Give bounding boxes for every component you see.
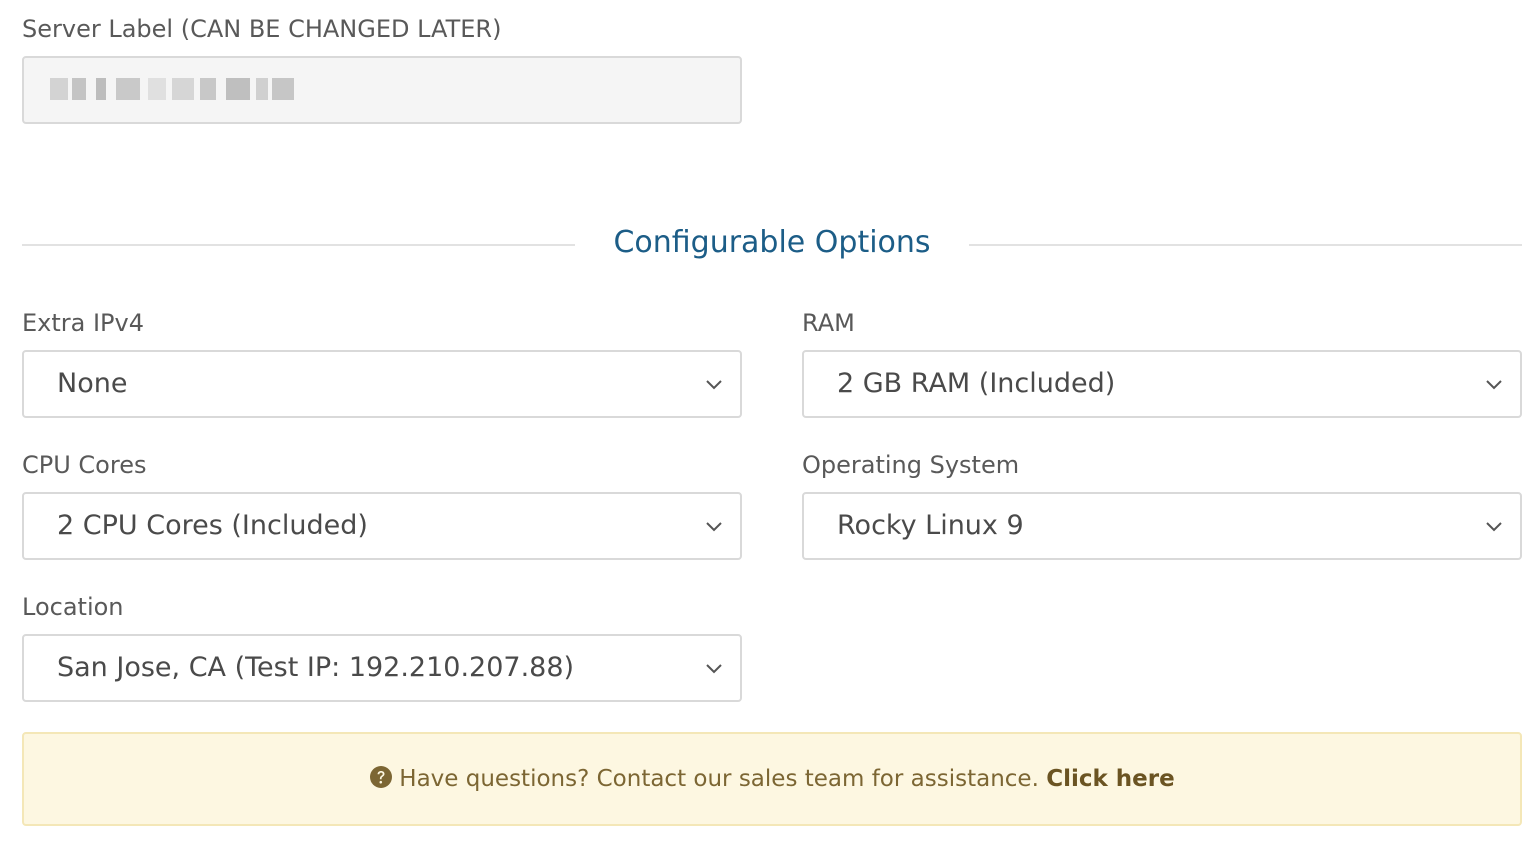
sales-notice-content: Have questions? Contact our sales team f… bbox=[24, 734, 1520, 824]
sales-notice-text: Have questions? Contact our sales team f… bbox=[399, 766, 1039, 792]
operating-system-select[interactable]: Rocky Linux 9 bbox=[802, 492, 1522, 560]
extra-ipv4-label: Extra IPv4 bbox=[22, 309, 145, 337]
cpu-cores-value: 2 CPU Cores (Included) bbox=[57, 510, 368, 541]
chevron-down-icon bbox=[706, 522, 722, 532]
chevron-down-icon bbox=[706, 380, 722, 390]
question-circle-icon bbox=[370, 765, 393, 788]
extra-ipv4-value: None bbox=[57, 368, 128, 399]
chevron-down-icon bbox=[1486, 522, 1502, 532]
server-label-input[interactable] bbox=[22, 56, 742, 124]
chevron-down-icon bbox=[1486, 380, 1502, 390]
click-here-link[interactable]: Click here bbox=[1046, 766, 1175, 792]
server-label-heading: Server Label (CAN BE CHANGED LATER) bbox=[22, 15, 502, 43]
sales-notice: Have questions? Contact our sales team f… bbox=[22, 732, 1522, 826]
extra-ipv4-select[interactable]: None bbox=[22, 350, 742, 418]
location-value: San Jose, CA (Test IP: 192.210.207.88) bbox=[57, 652, 575, 683]
location-select[interactable]: San Jose, CA (Test IP: 192.210.207.88) bbox=[22, 634, 742, 702]
ram-select[interactable]: 2 GB RAM (Included) bbox=[802, 350, 1522, 418]
ram-value: 2 GB RAM (Included) bbox=[837, 368, 1116, 399]
ram-label: RAM bbox=[802, 309, 855, 337]
server-label-redacted-value bbox=[50, 78, 294, 100]
cpu-cores-label: CPU Cores bbox=[22, 451, 147, 479]
operating-system-label: Operating System bbox=[802, 451, 1020, 479]
section-divider-right bbox=[969, 244, 1522, 246]
operating-system-value: Rocky Linux 9 bbox=[837, 510, 1024, 541]
location-label: Location bbox=[22, 593, 124, 621]
chevron-down-icon bbox=[706, 664, 722, 674]
section-title: Configurable Options bbox=[613, 225, 931, 260]
cpu-cores-select[interactable]: 2 CPU Cores (Included) bbox=[22, 492, 742, 560]
